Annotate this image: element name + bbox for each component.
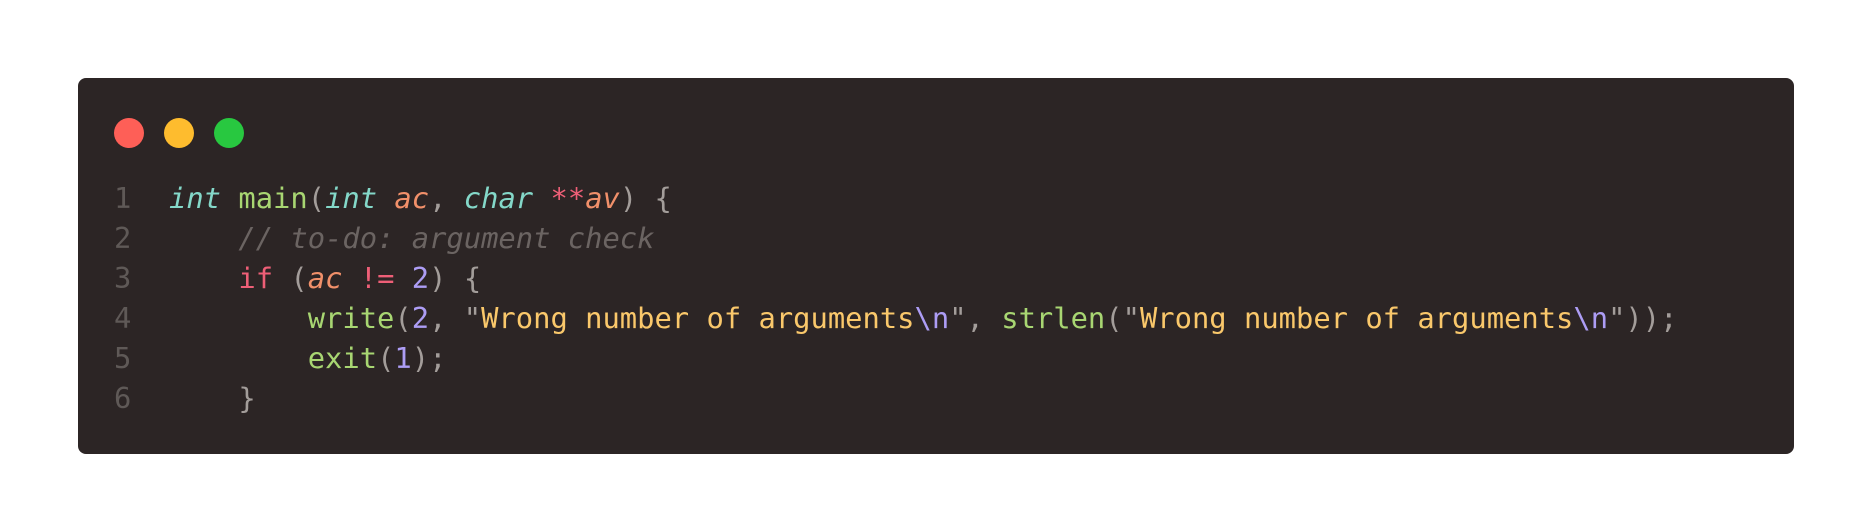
code-token: av — [585, 181, 620, 215]
code-token: exit — [307, 341, 378, 375]
code-token: strlen — [1001, 301, 1106, 335]
code-window: 1 int main(int ac, char **av) {2 // to-do… — [78, 78, 1794, 454]
code-line: 5 exit(1); — [114, 338, 1677, 378]
code-token: ", — [949, 301, 1002, 335]
code-token: ")); — [1608, 301, 1678, 335]
line-number: 2 — [114, 221, 132, 255]
minimize-button[interactable] — [164, 118, 194, 148]
code-token: char — [463, 181, 534, 215]
code-token: write — [307, 301, 395, 335]
code-token: ( — [307, 181, 326, 215]
code-token: Wrong number of arguments — [1139, 301, 1574, 335]
code-token: ( — [394, 301, 412, 335]
line-number: 5 — [114, 341, 132, 375]
code-token: ac — [307, 261, 343, 295]
code-token: Wrong number of arguments — [481, 301, 915, 335]
code-token: ) { — [619, 181, 672, 215]
maximize-button[interactable] — [214, 118, 244, 148]
code-token: \n — [1573, 301, 1609, 335]
code-token: int — [325, 181, 378, 215]
line-number: 1 — [114, 181, 132, 215]
code-token: != — [359, 261, 395, 295]
code-line: 6 } — [114, 378, 1677, 418]
code-token: // to-do: argument check — [238, 221, 655, 255]
line-number: 6 — [114, 381, 132, 415]
code-token: ** — [550, 181, 586, 215]
line-number: 4 — [114, 301, 132, 335]
code-line: 4 write(2, "Wrong number of arguments\n"… — [114, 298, 1677, 338]
code-token: ( — [273, 261, 308, 295]
close-button[interactable] — [114, 118, 144, 148]
code-token: if — [238, 261, 274, 295]
code-token: main — [238, 181, 308, 215]
code-token: ); — [411, 341, 447, 375]
code-token: ( — [377, 341, 395, 375]
code-line: 2 // to-do: argument check — [114, 218, 1677, 258]
code-token: } — [169, 381, 256, 415]
code-token: 1 — [394, 341, 412, 375]
code-line: 1 int main(int ac, char **av) { — [114, 178, 1677, 218]
code-token: (" — [1105, 301, 1140, 335]
code-block: 1 int main(int ac, char **av) {2 // to-do… — [114, 178, 1677, 418]
code-token: 2 — [411, 301, 430, 335]
code-token: 2 — [411, 261, 430, 295]
code-token: ac — [394, 181, 430, 215]
code-token: int — [169, 181, 222, 215]
code-line: 3 if (ac != 2) { — [114, 258, 1677, 298]
code-token: \n — [914, 301, 950, 335]
code-token: , — [429, 181, 464, 215]
code-token: ) { — [429, 261, 482, 295]
line-number: 3 — [114, 261, 132, 295]
code-token: , " — [429, 301, 482, 335]
